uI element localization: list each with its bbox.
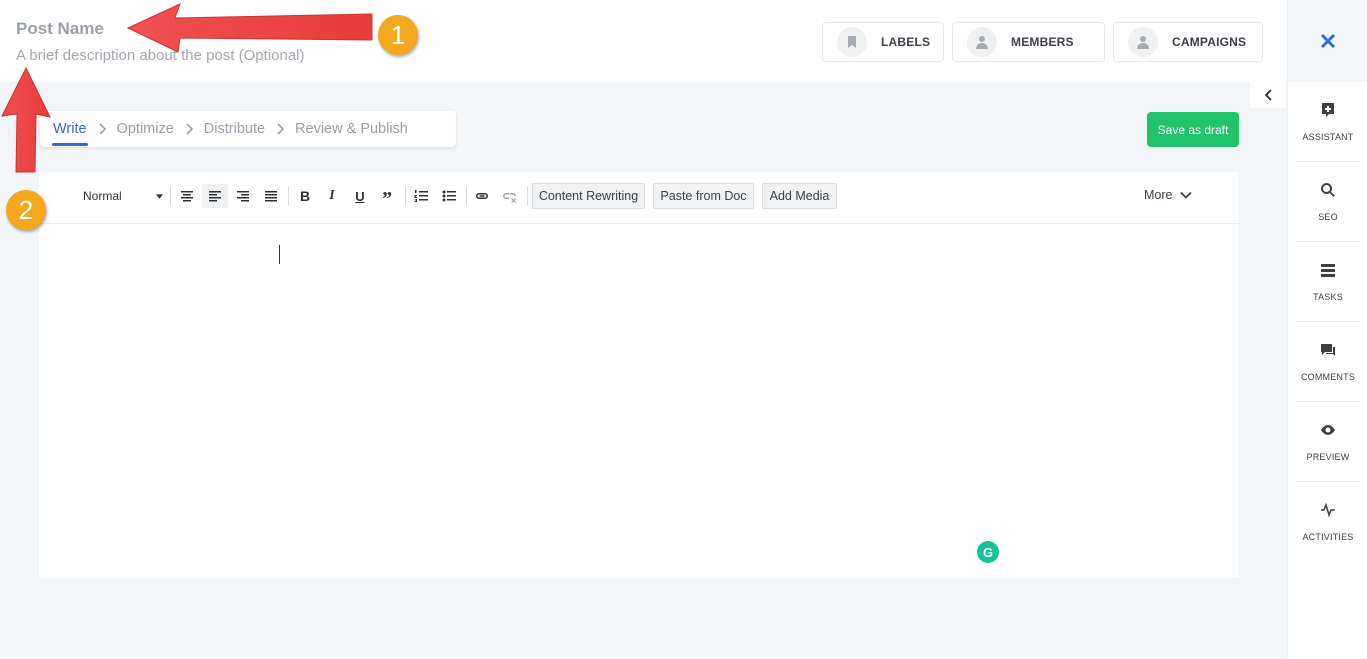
toolbar-divider (288, 187, 289, 205)
editor: Normal B I U ” Content Rewriting Paste f… (39, 172, 1239, 578)
align-left-icon (209, 191, 221, 202)
step-distribute[interactable]: Distribute (204, 121, 265, 137)
toolbar-divider (170, 187, 171, 205)
members-button-label: MEMBERS (1011, 35, 1074, 49)
underline-icon: U (355, 188, 365, 204)
collapse-sidebar-button[interactable] (1250, 82, 1286, 108)
eye-icon (1321, 424, 1335, 435)
campaigns-button[interactable]: CAMPAIGNS (1113, 22, 1263, 62)
more-button[interactable]: More (1144, 188, 1193, 202)
sidebar-item-comments[interactable]: COMMENTS (1296, 322, 1360, 402)
caret-down-icon (156, 193, 163, 199)
sidebar-item-activities[interactable]: ACTIVITIES (1296, 482, 1360, 562)
add-note-icon (1322, 102, 1334, 117)
sidebar-item-tasks[interactable]: TASKS (1296, 242, 1360, 322)
more-button-label: More (1144, 188, 1173, 202)
search-icon (1321, 182, 1335, 197)
format-select[interactable]: Normal (83, 184, 163, 208)
close-icon (1320, 33, 1336, 49)
italic-icon: I (329, 188, 335, 203)
grammarly-icon[interactable]: G (977, 541, 999, 563)
right-sidebar: ASSISTANT SEO TASKS COMMENTS PREVIEW ACT… (1287, 0, 1367, 659)
sidebar-item-label: COMMENTS (1300, 371, 1356, 382)
annotation-badge-1: 1 (378, 15, 418, 55)
bold-icon: B (299, 188, 311, 204)
list-icon (1321, 263, 1335, 277)
step-navigation: Write Optimize Distribute Review & Publi… (40, 111, 456, 147)
bookmark-icon (837, 27, 867, 57)
content-rewriting-button[interactable]: Content Rewriting (532, 183, 645, 209)
sidebar-item-assistant[interactable]: ASSISTANT (1296, 82, 1360, 162)
person-icon (1128, 27, 1158, 57)
insert-link-button[interactable] (470, 184, 494, 208)
sidebar-item-seo[interactable]: SEO (1296, 162, 1360, 242)
activity-icon (1321, 502, 1335, 518)
chevron-down-icon (1180, 191, 1193, 199)
text-cursor (279, 245, 280, 264)
link-icon (476, 193, 488, 199)
sidebar-item-label: ASSISTANT (1302, 131, 1354, 142)
bullet-list-icon (442, 190, 456, 202)
italic-button[interactable]: I (320, 184, 344, 208)
post-name-field[interactable]: Post Name (16, 19, 104, 39)
unlink-icon (503, 193, 516, 203)
align-left-button[interactable] (202, 184, 228, 208)
align-justify-icon (265, 191, 277, 202)
align-center-button[interactable] (175, 184, 199, 208)
step-optimize[interactable]: Optimize (117, 121, 174, 137)
ordered-list-button[interactable] (409, 184, 433, 208)
align-center-icon (181, 191, 193, 202)
remove-link-button[interactable] (498, 184, 522, 208)
post-header: Post Name A brief description about the … (0, 0, 1287, 82)
sidebar-item-label: TASKS (1313, 291, 1343, 302)
chevron-left-icon (1264, 89, 1272, 101)
save-as-draft-button[interactable]: Save as draft (1147, 112, 1239, 147)
sidebar-item-label: SEO (1318, 211, 1338, 222)
labels-button-label: LABELS (881, 35, 931, 49)
blockquote-button[interactable]: ” (375, 184, 399, 210)
step-write[interactable]: Write (52, 121, 88, 146)
sidebar-item-label: PREVIEW (1306, 451, 1350, 462)
format-select-value: Normal (83, 189, 122, 203)
align-right-icon (237, 191, 249, 202)
paste-from-doc-button[interactable]: Paste from Doc (653, 183, 754, 209)
bullet-list-button[interactable] (437, 184, 461, 208)
sidebar-item-label: ACTIVITIES (1302, 532, 1354, 542)
sidebar-item-preview[interactable]: PREVIEW (1296, 402, 1360, 482)
add-media-button[interactable]: Add Media (762, 183, 837, 209)
chevron-right-icon (186, 123, 193, 135)
underline-button[interactable]: U (348, 184, 372, 208)
align-right-button[interactable] (231, 184, 255, 208)
post-description-field[interactable]: A brief description about the post (Opti… (16, 47, 305, 64)
quote-icon: ” (382, 188, 392, 210)
toolbar-divider (527, 187, 528, 205)
person-icon (967, 27, 997, 57)
toolbar-divider (405, 187, 406, 205)
members-button[interactable]: MEMBERS (952, 22, 1105, 62)
editor-toolbar: Normal B I U ” Content Rewriting Paste f… (39, 172, 1239, 224)
close-button[interactable] (1288, 0, 1367, 82)
chevron-right-icon (277, 123, 285, 135)
toolbar-divider (466, 187, 467, 205)
comment-icon (1321, 343, 1335, 356)
step-review-publish[interactable]: Review & Publish (295, 121, 408, 137)
labels-button[interactable]: LABELS (822, 22, 944, 62)
align-justify-button[interactable] (259, 184, 283, 208)
ordered-list-icon (414, 190, 428, 202)
campaigns-button-label: CAMPAIGNS (1172, 35, 1247, 49)
annotation-badge-2: 2 (6, 190, 46, 230)
bold-button[interactable]: B (293, 184, 317, 208)
chevron-right-icon (99, 123, 106, 135)
